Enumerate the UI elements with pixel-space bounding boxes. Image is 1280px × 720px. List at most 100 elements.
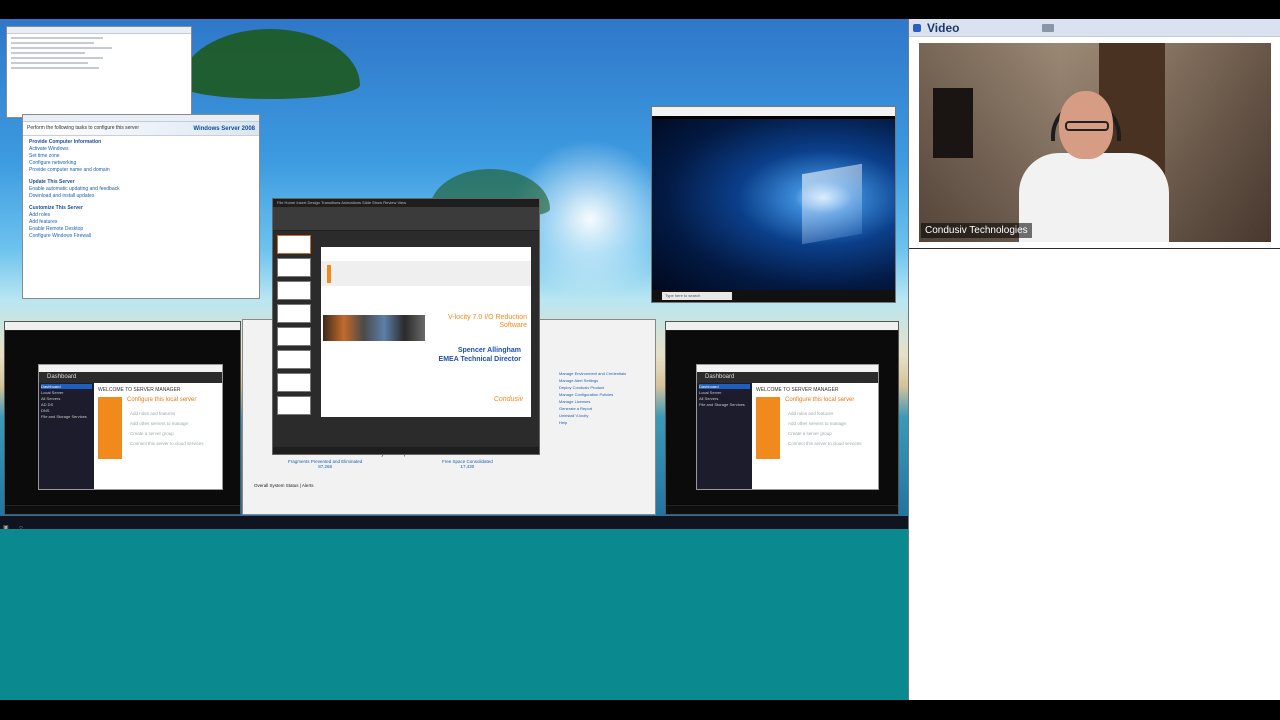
palm-fronds — [180, 29, 360, 99]
action-link[interactable]: Manage Licenses — [559, 398, 651, 405]
remote-desktop: Perform the following tasks to configure… — [0, 19, 908, 529]
slide-thumbnail[interactable] — [277, 281, 311, 300]
window-titlebar[interactable] — [7, 27, 191, 34]
condusiv-logo: Condusiv — [493, 396, 523, 403]
video-camera-icon[interactable] — [1042, 23, 1054, 32]
create-group-link[interactable]: Create a server group — [788, 431, 832, 436]
action-link[interactable]: Deploy Condusiv Product — [559, 384, 651, 391]
slide-thumbnail[interactable] — [277, 235, 311, 254]
video-panel-header[interactable]: Video — [909, 19, 1280, 37]
vm-taskbar — [666, 505, 898, 514]
welcome-heading: WELCOME TO SERVER MANAGER — [98, 387, 181, 393]
config-task-link[interactable]: Set time zone — [29, 153, 253, 160]
powerpoint-window[interactable]: File Home Insert Design Transitions Anim… — [272, 198, 540, 455]
presenter-info: Spencer Allingham EMEA Technical Directo… — [439, 346, 521, 364]
configure-local-server-link[interactable]: Configure this local server — [785, 397, 854, 403]
sidebar-item-dns[interactable]: DNS — [41, 408, 92, 413]
add-servers-link[interactable]: Add other servers to manage — [130, 421, 188, 426]
dashboard-header: Dashboard — [697, 372, 878, 383]
config-task-link[interactable]: Configure networking — [29, 160, 253, 167]
console-action-pane: Manage Environment and Credentials Manag… — [559, 370, 651, 426]
action-link[interactable]: Manage Environment and Credentials — [559, 370, 651, 377]
config-task-link[interactable]: Add roles — [29, 212, 253, 219]
ppt-ribbon-tabs[interactable]: File Home Insert Design Transitions Anim… — [273, 199, 539, 207]
initial-configuration-window[interactable]: Perform the following tasks to configure… — [22, 114, 260, 299]
create-group-link[interactable]: Create a server group — [130, 431, 174, 436]
connect-cloud-link[interactable]: Connect this server to cloud services — [788, 441, 862, 446]
video-panel-icon — [913, 23, 921, 32]
config-task-link[interactable]: Activate Windows — [29, 146, 253, 153]
video-frame-divider — [909, 248, 1280, 249]
sidebar-item-local-server[interactable]: Local Server — [699, 390, 750, 395]
presenter-role: EMEA Technical Director — [438, 356, 521, 363]
section-heading: Update This Server — [29, 179, 75, 185]
server-manager-dashboard[interactable]: Dashboard Dashboard Local Server All Ser… — [696, 364, 879, 490]
action-link[interactable]: Manage Configuration Policies — [559, 391, 651, 398]
slide-thumbnail[interactable] — [277, 304, 311, 323]
sidebar-item-dashboard[interactable]: Dashboard — [699, 384, 750, 389]
shared-screen-empty-area — [0, 529, 908, 700]
sidebar-item-file-storage[interactable]: File and Storage Services — [41, 414, 92, 419]
windows-start-icon[interactable]: ▣ — [0, 522, 12, 529]
action-link[interactable]: Generate a Report — [559, 405, 651, 412]
connect-cloud-link[interactable]: Connect this server to cloud services — [130, 441, 204, 446]
slide-thumbnail[interactable] — [277, 350, 311, 369]
host-taskbar: ▣ ○ — [0, 516, 908, 529]
config-task-link[interactable]: Download and install updates — [29, 193, 253, 200]
config-task-link[interactable]: Configure Windows Firewall — [29, 233, 253, 240]
sidebar-item-dashboard[interactable]: Dashboard — [41, 384, 92, 389]
windows10-vm-window[interactable]: Type here to search — [651, 106, 896, 303]
sidebar-item-ad-ds[interactable]: AD DS — [41, 402, 92, 407]
slide-thumbnail[interactable] — [277, 258, 311, 277]
room-piano — [933, 88, 973, 158]
windows10-desktop — [652, 119, 895, 294]
quick-start-tile — [756, 397, 780, 459]
config-task-link[interactable]: Enable Remote Desktop — [29, 226, 253, 233]
vm-taskbar — [5, 505, 240, 514]
window-titlebar[interactable] — [697, 365, 878, 372]
config-task-link[interactable]: Add features — [29, 219, 253, 226]
section-heading: Provide Computer Information — [29, 139, 102, 145]
glasses-icon — [1065, 121, 1109, 131]
add-roles-link[interactable]: Add roles and features — [788, 411, 833, 416]
window-titlebar[interactable] — [39, 365, 222, 372]
action-link[interactable]: Manage Alert Settings — [559, 377, 651, 384]
config-task-link[interactable]: Enable automatic updating and feedback — [29, 186, 253, 193]
slide-header-band — [321, 261, 531, 286]
slide-thumbnails — [277, 235, 311, 444]
taskbar-search-input[interactable]: Type here to search — [662, 292, 732, 300]
sidebar-item-all-servers[interactable]: All Servers — [41, 396, 92, 401]
window-titlebar[interactable] — [23, 115, 259, 122]
vm-window-left[interactable]: Dashboard Dashboard Local Server All Ser… — [4, 321, 241, 515]
sidebar: Dashboard Local Server All Servers File … — [697, 383, 752, 489]
add-roles-link[interactable]: Add roles and features — [130, 411, 175, 416]
action-link[interactable]: Help — [559, 419, 651, 426]
search-icon[interactable]: ○ — [16, 522, 26, 529]
slide-thumbnail[interactable] — [277, 396, 311, 415]
dashboard-main: WELCOME TO SERVER MANAGER Configure this… — [94, 383, 222, 489]
slide-photo-strip — [323, 315, 425, 341]
stat-fragments: Fragments Prevented and Eliminated 87,26… — [288, 459, 362, 469]
shared-screen: Perform the following tasks to configure… — [0, 19, 908, 700]
server-manager-dashboard[interactable]: Dashboard Dashboard Local Server All Ser… — [38, 364, 223, 490]
window-titlebar[interactable] — [666, 322, 898, 330]
window-titlebar[interactable] — [5, 322, 240, 330]
stat-value: 87,268 — [318, 464, 333, 469]
configure-local-server-link[interactable]: Configure this local server — [127, 397, 196, 403]
action-link[interactable]: Uninstall V-locity — [559, 412, 651, 419]
sidebar-item-file-storage[interactable]: File and Storage Services — [699, 402, 750, 407]
vm-window-right[interactable]: Dashboard Dashboard Local Server All Ser… — [665, 321, 899, 515]
sidebar-item-local-server[interactable]: Local Server — [41, 390, 92, 395]
welcome-heading: WELCOME TO SERVER MANAGER — [756, 387, 839, 393]
windows10-taskbar: Type here to search — [652, 290, 895, 302]
config-task-link[interactable]: Provide computer name and domain — [29, 167, 253, 174]
config-section-update: Update This Server Enable automatic upda… — [23, 176, 259, 202]
sidebar-item-all-servers[interactable]: All Servers — [699, 396, 750, 401]
slide-thumbnail[interactable] — [277, 327, 311, 346]
dashboard-header: Dashboard — [39, 372, 222, 383]
window-titlebar[interactable] — [652, 107, 895, 116]
section-heading: Customize This Server — [29, 205, 83, 211]
server-manager-window[interactable] — [6, 26, 192, 118]
slide-thumbnail[interactable] — [277, 373, 311, 392]
add-servers-link[interactable]: Add other servers to manage — [788, 421, 846, 426]
